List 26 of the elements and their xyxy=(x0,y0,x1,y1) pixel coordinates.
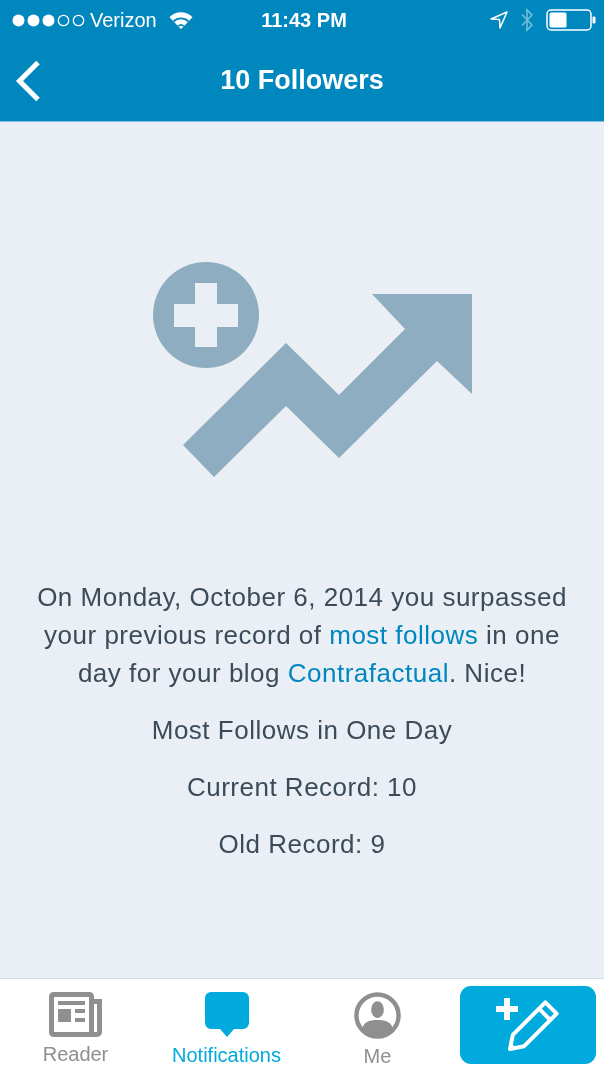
newspaper-icon xyxy=(49,992,102,1037)
record-message: On Monday, October 6, 2014 you surpassed your previous record of most follows in one day for your blog Contrafactual. Nice! xyxy=(36,581,568,690)
plus-pencil-icon xyxy=(496,998,560,1052)
record-heading: Most Follows in One Day xyxy=(151,714,453,747)
user-avatar-icon xyxy=(354,992,401,1039)
back-button[interactable] xyxy=(13,58,43,103)
bluetooth-icon xyxy=(521,8,533,32)
new-post-button[interactable] xyxy=(460,986,596,1064)
battery-icon xyxy=(546,9,596,31)
back-chevron-icon xyxy=(15,59,41,102)
inline-link[interactable]: Contrafactual xyxy=(287,658,449,688)
rising-arrow-icon xyxy=(183,294,472,477)
reader-tab[interactable]: Reader xyxy=(0,979,151,1072)
old-record: Old Record: 9 xyxy=(218,828,386,861)
signal-strength-icon xyxy=(12,13,86,27)
current-record: Current Record: 10 xyxy=(186,771,418,804)
location-arrow-icon xyxy=(490,11,508,29)
carrier-name: Verizon xyxy=(90,8,157,32)
plus-circle-icon xyxy=(153,262,259,368)
speech-bubble-icon xyxy=(204,992,249,1038)
page-title: 10 Followers xyxy=(219,65,385,96)
wifi-icon xyxy=(168,11,193,29)
me-tab[interactable]: Me xyxy=(302,979,453,1072)
status-time: 11:43 PM xyxy=(261,8,347,32)
inline-link[interactable]: most follows xyxy=(329,620,479,650)
notifications-tab[interactable]: Notifications xyxy=(151,979,302,1072)
